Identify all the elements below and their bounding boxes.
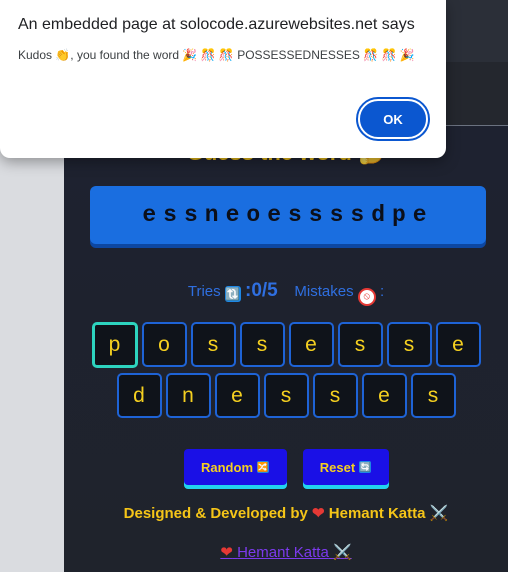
reset-icon: 🔄 bbox=[359, 461, 372, 473]
letter-tile[interactable]: e bbox=[435, 322, 481, 367]
letter-tile[interactable]: s bbox=[337, 322, 383, 367]
tries-value: :0/5 bbox=[245, 280, 278, 301]
dialog-title: An embedded page at solocode.azurewebsit… bbox=[18, 16, 415, 33]
letter-tile[interactable]: e bbox=[214, 373, 260, 418]
prohibited-icon: ⦸ bbox=[357, 288, 376, 306]
letter-tile[interactable]: s bbox=[263, 373, 309, 418]
footer-author-link[interactable]: ❤ Hemant Katta ⚔️ bbox=[64, 543, 508, 561]
crossed-swords-icon: ⚔️ bbox=[429, 505, 449, 522]
letter-tile[interactable]: e bbox=[361, 373, 407, 418]
page-margin bbox=[0, 126, 64, 572]
heart-icon: ❤ bbox=[220, 544, 233, 561]
reset-button[interactable]: Reset 🔄 bbox=[302, 449, 389, 485]
letter-tile[interactable]: n bbox=[165, 373, 211, 418]
action-buttons: Random 🔀 Reset 🔄 bbox=[64, 449, 508, 485]
letter-tile[interactable]: s bbox=[190, 322, 236, 367]
author-name: Hemant Katta bbox=[328, 505, 426, 522]
refresh-icon: 🔃 bbox=[224, 286, 241, 302]
page-header-strip bbox=[444, 0, 508, 62]
mistakes-label: Mistakes bbox=[294, 283, 354, 300]
letter-tile[interactable]: e bbox=[288, 322, 334, 367]
tries-label: Tries bbox=[187, 283, 221, 300]
letter-row-1: p o s s e s s e bbox=[64, 322, 508, 368]
scrambled-word: essneoessssdpe bbox=[90, 186, 486, 244]
reset-button-label: Reset bbox=[319, 459, 356, 475]
letter-tile[interactable]: p bbox=[91, 322, 138, 368]
footer-link-text[interactable]: Hemant Katta bbox=[237, 544, 329, 561]
letter-tile[interactable]: d bbox=[116, 373, 162, 418]
letter-row-2: d n e s s e s bbox=[64, 373, 508, 418]
letter-tile[interactable]: s bbox=[386, 322, 432, 367]
crossed-swords-icon: ⚔️ bbox=[332, 544, 352, 561]
letter-tile[interactable]: s bbox=[312, 373, 358, 418]
letter-tile[interactable]: o bbox=[141, 322, 187, 367]
shuffle-icon: 🔀 bbox=[257, 461, 269, 473]
letter-tile[interactable]: s bbox=[239, 322, 285, 367]
ok-button[interactable]: OK bbox=[356, 97, 430, 141]
letter-tile[interactable]: s bbox=[410, 373, 456, 418]
credit-line: Designed & Developed by ❤ Hemant Katta ⚔… bbox=[64, 504, 508, 522]
mistakes-suffix: : bbox=[379, 283, 385, 300]
random-button-label: Random bbox=[201, 459, 253, 475]
dialog-message: Kudos 👏, you found the word 🎉 🎊 🎊 POSSES… bbox=[18, 48, 415, 62]
alert-dialog: An embedded page at solocode.azurewebsit… bbox=[0, 0, 446, 158]
credit-text: Designed & Developed by bbox=[123, 505, 308, 522]
heart-icon: ❤ bbox=[312, 505, 325, 522]
game-status: Tries 🔃 :0/5 Mistakes ⦸ : bbox=[64, 280, 508, 306]
random-button[interactable]: Random 🔀 bbox=[183, 449, 287, 485]
